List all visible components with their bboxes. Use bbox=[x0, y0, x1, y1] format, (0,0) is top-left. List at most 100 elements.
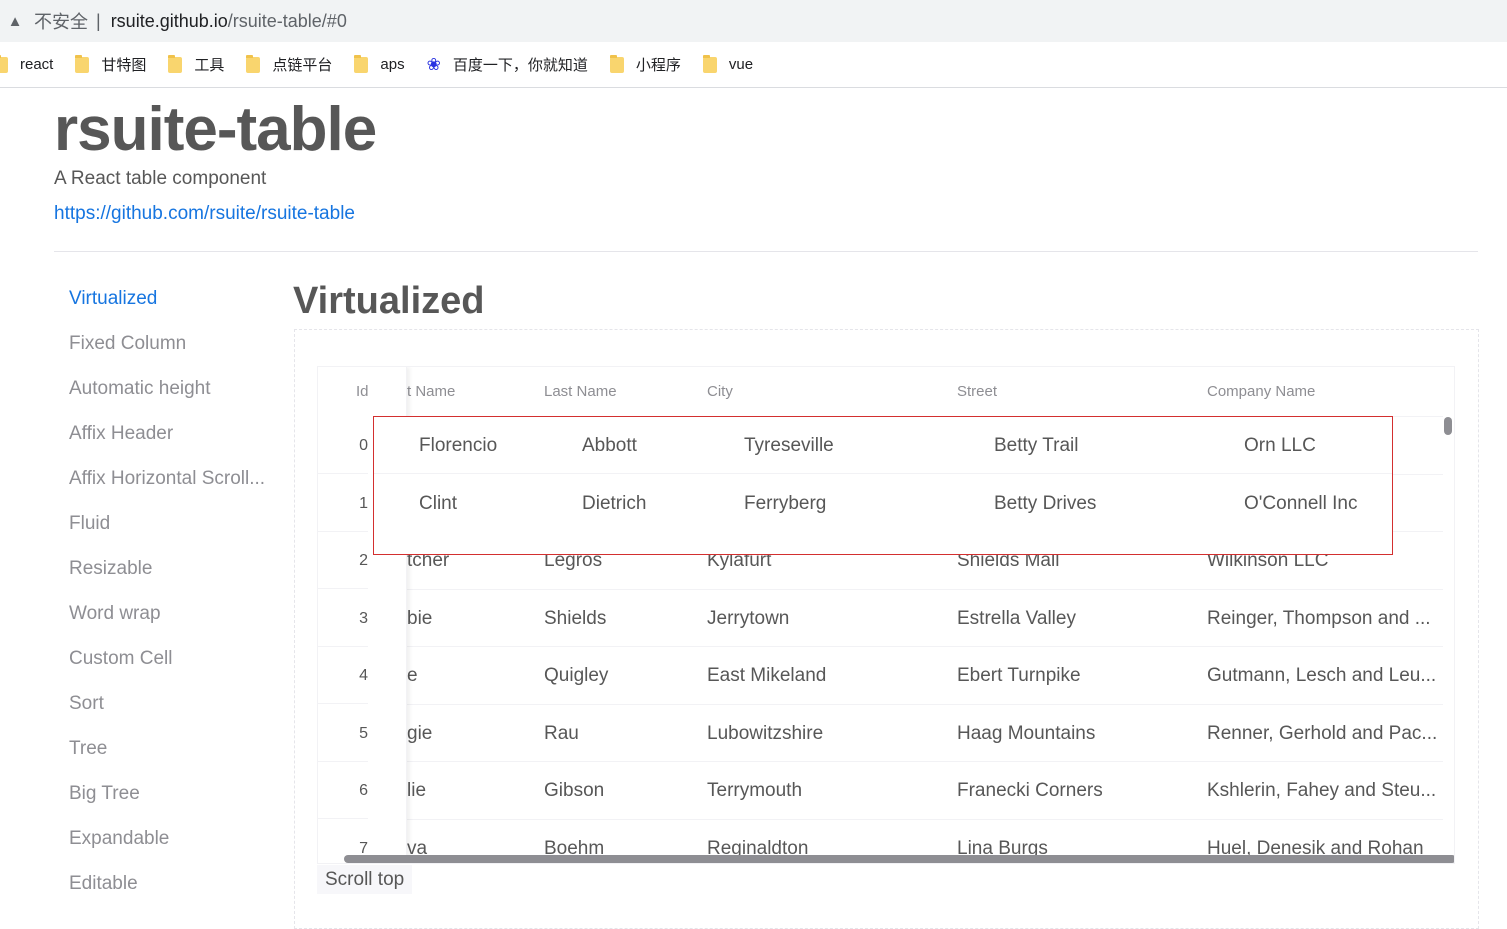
id-cell: 0 bbox=[318, 417, 368, 474]
bookmark-label: vue bbox=[728, 56, 754, 73]
folder-icon bbox=[354, 54, 369, 73]
sidebar-item-affix-horizontal-scroll[interactable]: Affix Horizontal Scroll... bbox=[69, 460, 279, 505]
bookmark-aps[interactable]: aps bbox=[354, 54, 405, 73]
sidebar-item-fixed-column[interactable]: Fixed Column bbox=[69, 325, 279, 370]
baidu-paw-icon: ❀ bbox=[426, 54, 441, 74]
column-header-city[interactable]: City bbox=[707, 367, 733, 417]
table-cell: Quigley bbox=[544, 665, 609, 686]
column-header-first-name[interactable]: t Name bbox=[407, 367, 455, 417]
bookmark-react[interactable]: react bbox=[0, 54, 54, 73]
table-cell: gie bbox=[407, 722, 433, 744]
bookmark-platform[interactable]: 点链平台 bbox=[246, 54, 332, 75]
sidebar-item-editable[interactable]: Editable bbox=[69, 865, 279, 910]
id-cell: 2 bbox=[318, 532, 368, 589]
id-cell: 6 bbox=[318, 762, 368, 819]
vertical-scrollbar-track[interactable] bbox=[1443, 367, 1454, 863]
id-cell: 1 bbox=[318, 475, 368, 532]
bookmark-label: 小程序 bbox=[635, 57, 681, 74]
highlighted-cell: Betty Drives bbox=[994, 492, 1097, 514]
column-header-last-name[interactable]: Last Name bbox=[544, 367, 617, 417]
bookmark-baidu[interactable]: ❀ 百度一下，你就知道 bbox=[427, 54, 588, 75]
table-cell: lie bbox=[407, 780, 427, 801]
row-divider bbox=[374, 473, 1392, 474]
github-link[interactable]: https://github.com/rsuite/rsuite-table bbox=[54, 203, 355, 225]
bookmark-tools[interactable]: 工具 bbox=[168, 54, 224, 75]
vertical-scrollbar-thumb[interactable] bbox=[1444, 417, 1452, 435]
horizontal-scrollbar-thumb[interactable] bbox=[344, 855, 1454, 863]
page-title: rsuite-table bbox=[54, 95, 377, 164]
table-cell: Estrella Valley bbox=[957, 607, 1076, 629]
highlighted-cell: Dietrich bbox=[582, 492, 647, 514]
address-bar[interactable]: ▲ 不安全 | rsuite.github.io/rsuite-table/#0 bbox=[0, 0, 1507, 42]
table-cell: bie bbox=[407, 607, 433, 629]
table-row[interactable]: e Quigley East Mikeland Ebert Turnpike Gutma… bbox=[318, 647, 1443, 705]
table-header: Id t Name Last Name City Street Company … bbox=[318, 367, 1443, 417]
bookmark-label: react bbox=[20, 56, 54, 73]
folder-icon bbox=[609, 54, 624, 73]
url-host[interactable]: rsuite.github.io bbox=[111, 11, 228, 32]
bookmarks-bar: react 甘特图 工具 点链平台 aps ❀ 百度一下，你就知道 小程序 vu… bbox=[0, 42, 1507, 88]
highlighted-cell: Clint bbox=[419, 492, 458, 514]
table-cell: Shields bbox=[544, 607, 607, 629]
id-cell: 3 bbox=[318, 590, 368, 647]
table-cell: Gibson bbox=[544, 780, 605, 801]
highlighted-cell: Abbott bbox=[582, 435, 637, 456]
sidebar-item-tree[interactable]: Tree bbox=[69, 730, 279, 775]
sidebar-item-automatic-height[interactable]: Automatic height bbox=[69, 370, 279, 415]
table-cell: Lubowitzshire bbox=[707, 722, 824, 744]
scroll-top-button[interactable]: Scroll top bbox=[317, 865, 413, 894]
section-title: Virtualized bbox=[293, 280, 485, 322]
divider bbox=[54, 251, 1478, 252]
column-header-street[interactable]: Street bbox=[957, 367, 997, 417]
table-cell: Rau bbox=[544, 722, 579, 744]
table-row[interactable]: gie Rau Lubowitzshire Haag Mountains Renner,… bbox=[318, 705, 1443, 762]
folder-icon bbox=[168, 54, 183, 73]
table-cell: Renner, Gerhold and Pac... bbox=[1207, 722, 1438, 744]
table-cell: e bbox=[407, 665, 418, 686]
bookmark-miniprogram[interactable]: 小程序 bbox=[609, 54, 681, 75]
table-cell: Jerrytown bbox=[707, 607, 790, 629]
sidebar-item-expandable[interactable]: Expandable bbox=[69, 820, 279, 865]
sidebar-item-big-tree[interactable]: Big Tree bbox=[69, 775, 279, 820]
sidebar-item-resizable[interactable]: Resizable bbox=[69, 550, 279, 595]
highlighted-cell: Betty Trail bbox=[994, 435, 1079, 456]
bookmark-gantt[interactable]: 甘特图 bbox=[75, 54, 146, 75]
sidebar-item-custom-cell[interactable]: Custom Cell bbox=[69, 640, 279, 685]
bookmark-label: 点链平台 bbox=[272, 57, 333, 74]
highlighted-cell: Orn LLC bbox=[1244, 435, 1316, 456]
id-column-header[interactable]: Id bbox=[356, 367, 369, 417]
table-row[interactable]: lie Gibson Terrymouth Franecki Corners Kshle… bbox=[318, 762, 1443, 820]
separator: | bbox=[96, 10, 101, 31]
bookmark-label: 百度一下，你就知道 bbox=[452, 57, 588, 74]
sidebar-item-word-wrap[interactable]: Word wrap bbox=[69, 595, 279, 640]
sidebar-item-fluid[interactable]: Fluid bbox=[69, 505, 279, 550]
folder-icon bbox=[0, 54, 8, 73]
sidebar-item-affix-header[interactable]: Affix Header bbox=[69, 415, 279, 460]
warning-icon[interactable]: ▲ bbox=[6, 13, 24, 30]
highlighted-cell: Ferryberg bbox=[744, 492, 827, 514]
table-cell: Reinger, Thompson and ... bbox=[1207, 607, 1431, 629]
sidebar-nav: Virtualized Fixed Column Automatic heigh… bbox=[69, 280, 279, 910]
sidebar-item-virtualized[interactable]: Virtualized bbox=[69, 280, 279, 325]
id-cell: 5 bbox=[318, 705, 368, 762]
folder-icon bbox=[702, 54, 717, 73]
table-row[interactable]: bie Shields Jerrytown Estrella Valley Reinge… bbox=[318, 590, 1443, 647]
folder-icon bbox=[75, 54, 90, 73]
bookmark-label: 工具 bbox=[194, 57, 225, 74]
table-cell: Haag Mountains bbox=[957, 722, 1096, 744]
table-cell: Gutmann, Lesch and Leu... bbox=[1207, 665, 1437, 686]
highlighted-cell: Florencio bbox=[419, 435, 498, 456]
highlighted-rows-overlay: Florencio Abbott Tyreseville Betty Trail Orn… bbox=[373, 416, 1393, 555]
sidebar-item-sort[interactable]: Sort bbox=[69, 685, 279, 730]
column-header-company[interactable]: Company Name bbox=[1207, 367, 1315, 417]
table-cell: Kshlerin, Fahey and Steu... bbox=[1207, 780, 1437, 801]
security-label[interactable]: 不安全 bbox=[34, 8, 88, 34]
bookmark-label: 甘特图 bbox=[101, 57, 147, 74]
highlighted-cell: O'Connell Inc bbox=[1244, 492, 1358, 514]
bookmark-vue[interactable]: vue bbox=[702, 54, 754, 73]
url-path[interactable]: /rsuite-table/#0 bbox=[228, 11, 347, 32]
bookmark-label: aps bbox=[380, 56, 405, 73]
page-subtitle: A React table component bbox=[54, 168, 267, 189]
id-cell: 4 bbox=[318, 647, 368, 704]
highlighted-cell: Tyreseville bbox=[744, 435, 834, 456]
